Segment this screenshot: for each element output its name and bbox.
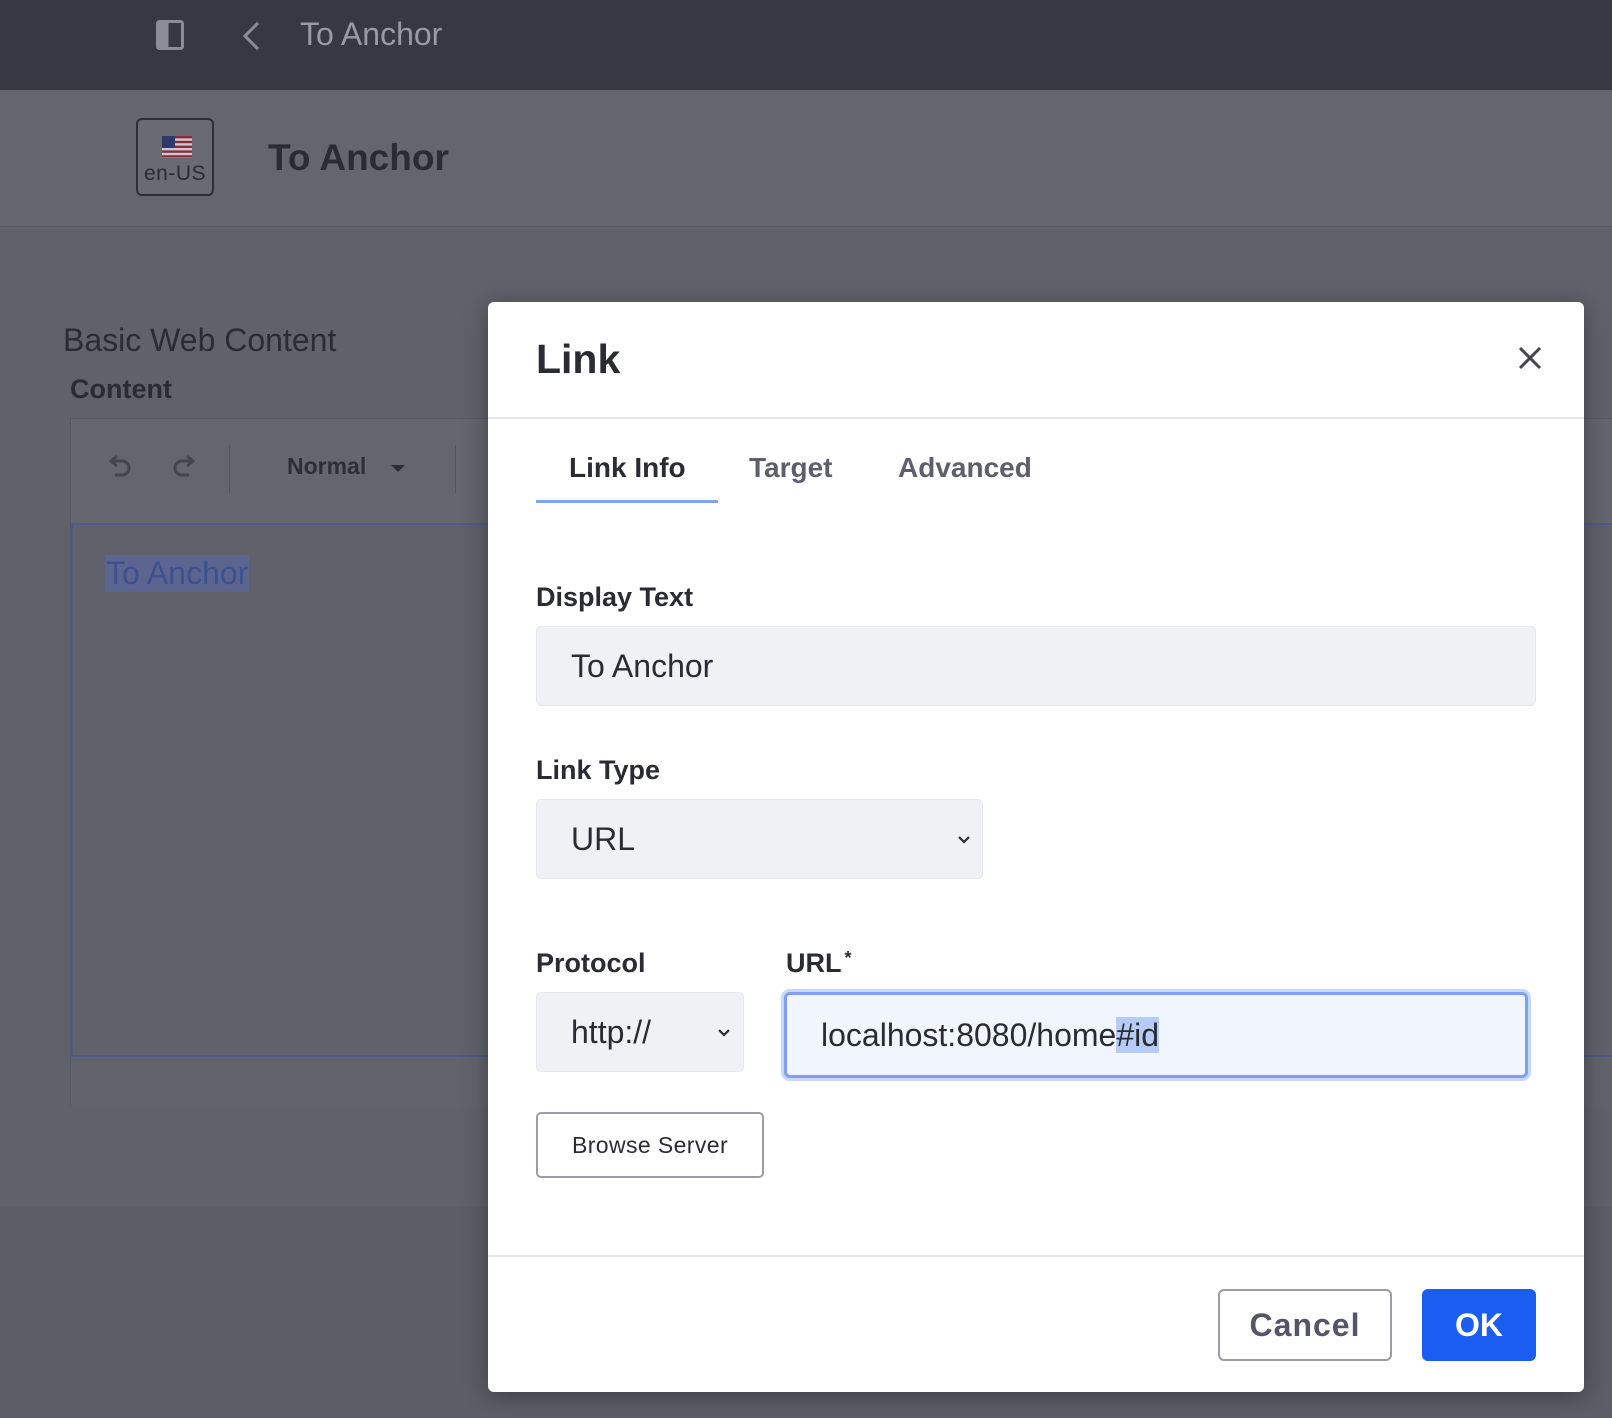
tab-advanced[interactable]: Advanced xyxy=(898,452,1032,484)
page-title: To Anchor xyxy=(268,137,449,178)
editor-selected-link[interactable]: To Anchor xyxy=(105,555,250,592)
format-dropdown[interactable]: Normal xyxy=(287,453,366,480)
url-input[interactable]: localhost:8080/home#id xyxy=(784,992,1528,1078)
url-label-text: URL xyxy=(786,948,842,978)
panel-toggle-icon[interactable] xyxy=(156,20,184,50)
top-bar: To Anchor xyxy=(0,0,1612,90)
locale-label: en-US xyxy=(143,162,207,185)
cancel-button[interactable]: Cancel xyxy=(1218,1289,1392,1361)
url-value-selected: #id xyxy=(1116,1016,1160,1053)
protocol-select[interactable]: http:// xyxy=(536,992,744,1072)
display-text-value: To Anchor xyxy=(571,647,714,684)
link-type-label: Link Type xyxy=(536,755,661,785)
url-value: localhost:8080/home#id xyxy=(821,1016,1160,1054)
protocol-label: Protocol xyxy=(536,948,646,978)
link-type-value: URL xyxy=(571,820,636,857)
toolbar-divider xyxy=(455,445,456,493)
content-label: Content xyxy=(70,374,172,404)
close-icon[interactable] xyxy=(1514,342,1546,374)
ok-button[interactable]: OK xyxy=(1422,1289,1536,1361)
url-label: URL * xyxy=(786,948,852,979)
dialog-footer-divider xyxy=(488,1255,1584,1257)
link-dialog: Link Link Info Target Advanced Display T… xyxy=(488,302,1584,1392)
header-strip xyxy=(0,90,1612,227)
browse-server-button[interactable]: Browse Server xyxy=(536,1112,764,1178)
redo-icon[interactable] xyxy=(171,451,199,481)
tab-link-info[interactable]: Link Info xyxy=(569,452,686,484)
display-text-input[interactable]: To Anchor xyxy=(536,626,1536,706)
flag-icon xyxy=(162,136,192,158)
url-value-plain: localhost:8080/home xyxy=(821,1016,1117,1053)
required-marker: * xyxy=(844,948,852,968)
undo-icon[interactable] xyxy=(105,451,133,481)
dialog-title: Link xyxy=(536,336,621,382)
topbar-title: To Anchor xyxy=(300,16,443,52)
chevron-down-icon xyxy=(718,1029,730,1037)
display-text-label: Display Text xyxy=(536,582,694,612)
locale-selector[interactable]: en-US xyxy=(136,118,214,196)
back-chevron-icon[interactable] xyxy=(240,20,262,52)
chevron-down-icon xyxy=(958,836,970,844)
tab-target[interactable]: Target xyxy=(749,452,833,484)
section-title: Basic Web Content xyxy=(63,322,337,358)
toolbar-divider xyxy=(229,445,230,493)
link-type-select[interactable]: URL xyxy=(536,799,983,879)
protocol-value: http:// xyxy=(571,1013,652,1050)
dialog-header-divider xyxy=(488,417,1584,419)
active-tab-indicator xyxy=(536,500,718,503)
format-caret-icon xyxy=(391,465,405,472)
